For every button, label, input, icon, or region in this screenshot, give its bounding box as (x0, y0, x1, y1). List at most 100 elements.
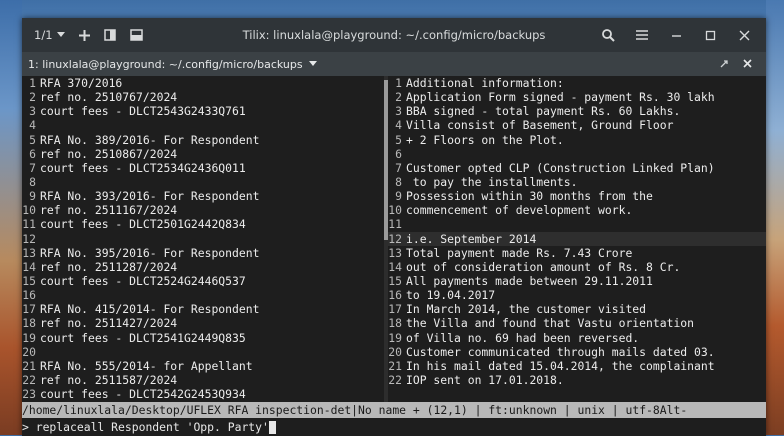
editor-line[interactable]: 9 RFA No. 393/2016- For Respondent (22, 189, 384, 203)
editor-line[interactable]: 8 to pay the installments. (388, 175, 766, 189)
editor-line[interactable]: 1 RFA 370/2016 (22, 76, 384, 90)
line-number: 20 (388, 344, 402, 359)
line-text: RFA No. 389/2016- For Respondent (40, 132, 260, 147)
editor-line[interactable]: 6 ref no. 2510867/2024 (22, 147, 384, 161)
editor-line[interactable]: 14 ref no. 2511287/2024 (22, 260, 384, 274)
editor-line[interactable]: 11 court fees - DLCT2501G2442Q834 (22, 217, 384, 231)
line-text: court fees - DLCT2501G2442Q834 (40, 217, 246, 232)
editor-line[interactable]: 16 to 19.04.2017 (388, 288, 766, 302)
line-text: Application Form signed - payment Rs. 30… (406, 90, 715, 105)
line-number: 14 (22, 259, 36, 274)
line-number: 8 (29, 174, 36, 189)
line-number: 9 (29, 189, 36, 204)
maximize-icon[interactable] (702, 27, 718, 43)
editor-line[interactable]: 13 RFA No. 395/2016- For Respondent (22, 246, 384, 260)
editor-line[interactable]: 22 IOP sent on 17.01.2018. (388, 373, 766, 387)
editor-pane-right[interactable]: 1 Additional information: 2 Application For… (388, 76, 766, 402)
line-text (36, 345, 40, 359)
close-icon[interactable] (736, 27, 752, 43)
line-text: ref no. 2511287/2024 (40, 259, 178, 274)
editor-line[interactable]: 12 (22, 232, 384, 246)
editor-line[interactable]: 18 ref no. 2511427/2024 (22, 316, 384, 330)
editor-line[interactable]: 10 commencement of development work. (388, 203, 766, 217)
resize-icon[interactable] (719, 59, 729, 69)
terminal-tab-title[interactable]: 1: linuxlala@playground: ~/.config/micro… (28, 58, 317, 71)
editor-line[interactable]: 4 (22, 118, 384, 132)
editor-line[interactable]: 1 Additional information: (388, 76, 766, 90)
line-text: All payments made between 29.11.2011 (406, 273, 653, 288)
editor-line[interactable]: 5 RFA No. 389/2016- For Respondent (22, 133, 384, 147)
line-number: 11 (22, 217, 36, 232)
editor-line[interactable]: 4 Villa consist of Basement, Ground Floor (388, 118, 766, 132)
line-number: 2 (395, 90, 402, 105)
editor-line[interactable]: 16 (22, 288, 384, 302)
search-icon[interactable] (600, 27, 616, 43)
line-number: 14 (388, 259, 402, 274)
close-icon[interactable] (743, 59, 752, 69)
line-number: 1 (395, 76, 402, 90)
editor-line[interactable]: 3 court fees - DLCT2543G2433Q761 (22, 104, 384, 118)
split-right-icon[interactable] (103, 29, 116, 41)
editor-pane-left[interactable]: 1 RFA 370/2016 2 ref no. 2510767/2024 3 court… (22, 76, 384, 402)
line-number: 5 (29, 132, 36, 147)
editor-line[interactable]: 10 ref no. 2511167/2024 (22, 203, 384, 217)
line-text: i.e. September 2014 (406, 231, 537, 246)
line-text: Customer opted CLP (Construction Linked … (406, 160, 715, 175)
line-number: 21 (22, 358, 36, 373)
editor-line[interactable]: 15 All payments made between 29.11.2011 (388, 274, 766, 288)
terminal-area[interactable]: 1 RFA 370/2016 2 ref no. 2510767/2024 3 court… (22, 76, 766, 436)
editor-line[interactable]: 7 Customer opted CLP (Construction Linked… (388, 161, 766, 175)
editor-line[interactable]: 20 Customer communicated through mails da… (388, 345, 766, 359)
editor-line[interactable]: 19 court fees - DLCT2541G2449Q835 (22, 331, 384, 345)
session-label: 1/1 (34, 28, 53, 42)
editor-line[interactable]: 15 court fees - DLCT2524G2446Q537 (22, 274, 384, 288)
line-text: of Villa no. 69 had been reversed. (406, 330, 640, 345)
line-number: 16 (388, 288, 402, 303)
editor-line[interactable]: 14 out of consideration amount of Rs. 8 C… (388, 260, 766, 274)
editor-line[interactable]: 21 RFA No. 555/2014- for Appellant (22, 359, 384, 373)
editor-line[interactable]: 12 i.e. September 2014 (388, 231, 766, 246)
editor-line[interactable]: 2 ref no. 2510767/2024 (22, 90, 384, 104)
line-text: ref no. 2511167/2024 (40, 203, 178, 218)
hamburger-menu-icon[interactable] (634, 27, 650, 43)
editor-line[interactable]: 5 + 2 Floors on the Plot. (388, 133, 766, 147)
editor-line[interactable]: 21 In his mail dated 15.04.2014, the comp… (388, 359, 766, 373)
command-line[interactable]: > replaceall Respondent 'Opp. Party' (22, 419, 766, 435)
editor-line[interactable]: 9 Possession within 30 months from the (388, 189, 766, 203)
line-text: + 2 Floors on the Plot. (406, 132, 564, 147)
editor-line[interactable]: 19 of Villa no. 69 had been reversed. (388, 331, 766, 345)
minimize-icon[interactable] (668, 27, 684, 43)
line-number: 5 (395, 132, 402, 147)
editor-line[interactable]: 7 court fees - DLCT2534G2436Q011 (22, 161, 384, 175)
editor-line[interactable]: 17 In March 2014, the customer visited (388, 302, 766, 316)
line-number: 9 (395, 189, 402, 204)
editor-line[interactable]: 2 Application Form signed - payment Rs. 3… (388, 90, 766, 104)
line-number: 16 (22, 288, 36, 303)
editor-line[interactable]: 23 court fees - DLCT2542G2453Q934 (22, 387, 384, 401)
line-number: 2 (29, 90, 36, 105)
line-number: 17 (388, 302, 402, 317)
editor-line[interactable]: 13 Total payment made Rs. 7.43 Crore (388, 246, 766, 260)
editor-line[interactable]: 11 (388, 217, 766, 231)
line-text: court fees - DLCT2543G2433Q761 (40, 104, 246, 119)
line-text: Customer communicated through mails date… (406, 344, 715, 359)
titlebar-left-controls: 1/1 (22, 28, 143, 42)
add-terminal-icon[interactable] (78, 29, 90, 41)
line-number: 3 (395, 104, 402, 119)
status-bar: /home/linuxlala/Desktop/UFLEX RFA inspec… (22, 402, 766, 418)
line-number: 10 (388, 203, 402, 218)
terminal-tab-bar: 1: linuxlala@playground: ~/.config/micro… (22, 52, 766, 76)
line-text: ref no. 2510767/2024 (40, 90, 178, 105)
editor-line[interactable]: 18 the Villa and found that Vastu orienta… (388, 316, 766, 330)
tab-title-label: 1: linuxlala@playground: ~/.config/micro… (28, 57, 303, 71)
editor-line[interactable]: 3 BBA signed - total payment Rs. 60 Lakhs… (388, 104, 766, 118)
editor-line[interactable]: 6 (388, 147, 766, 161)
editor-line[interactable]: 22 ref no. 2511587/2024 (22, 373, 384, 387)
line-text: ref no. 2511587/2024 (40, 372, 178, 387)
split-down-icon[interactable] (129, 29, 143, 41)
editor-line[interactable]: 8 (22, 175, 384, 189)
session-switcher[interactable]: 1/1 (34, 28, 65, 42)
tilix-window: 1/1 Tilix: linuxlala@playground: ~/.conf… (22, 18, 766, 436)
editor-line[interactable]: 17 RFA No. 415/2014- For Respondent (22, 302, 384, 316)
editor-line[interactable]: 20 (22, 345, 384, 359)
